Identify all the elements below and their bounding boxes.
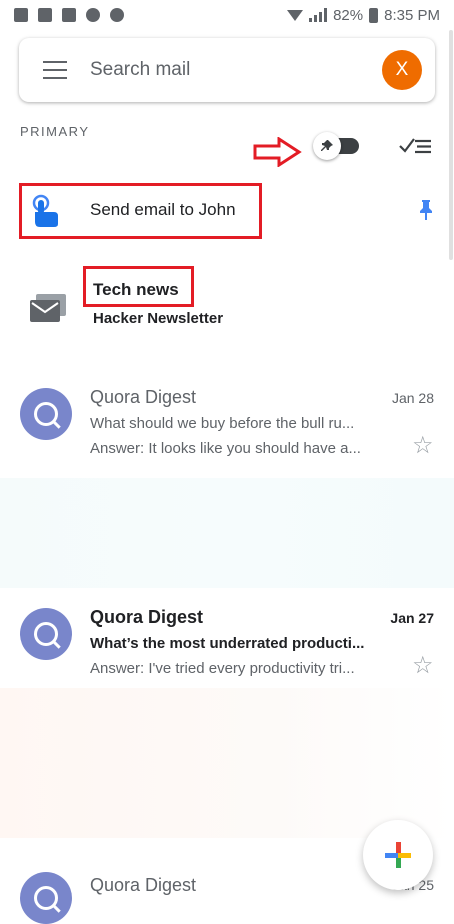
email-sender: Quora Digest: [90, 875, 197, 895]
tap-hand-icon: [32, 194, 58, 227]
search-input[interactable]: Search mail: [90, 59, 382, 81]
list-separator-band: [0, 688, 454, 838]
notification-icons: [14, 8, 124, 22]
email-subject: What’s the most underrated producti...: [90, 635, 365, 652]
status-bar: 82% 8:35 PM: [0, 0, 454, 30]
chat-icon: [38, 8, 52, 22]
envelope-icon: [30, 294, 66, 322]
pin-icon: [313, 132, 341, 160]
email-sender: Quora Digest: [90, 387, 197, 407]
sender-avatar[interactable]: [20, 608, 72, 660]
email-date: Jan 27: [390, 610, 434, 626]
label-title[interactable]: Tech news: [93, 280, 179, 300]
star-icon[interactable]: ☆: [412, 651, 434, 680]
email-sender: Quora Digest: [90, 607, 204, 627]
search-bar[interactable]: Search mail X: [19, 38, 435, 102]
account-avatar[interactable]: X: [382, 50, 422, 90]
list-separator-band: [0, 478, 454, 588]
pin-toggle[interactable]: [313, 132, 363, 160]
sender-avatar[interactable]: [20, 388, 72, 440]
scrollbar[interactable]: [449, 30, 453, 260]
calendar-icon: [62, 8, 76, 22]
pin-icon[interactable]: [419, 200, 433, 220]
compose-plus-icon-bar: [385, 853, 411, 858]
wifi-icon: [287, 9, 304, 21]
news-icon: [14, 8, 28, 22]
battery-percent: 82%: [333, 6, 364, 24]
signal-icon: [309, 8, 328, 22]
section-label: PRIMARY: [20, 124, 90, 139]
clock: 8:35 PM: [384, 6, 440, 24]
star-icon[interactable]: ☆: [412, 431, 434, 460]
email-preview: Answer: I've tried every productivity tr…: [90, 660, 355, 677]
sender-avatar[interactable]: [20, 872, 72, 924]
compose-button[interactable]: [363, 820, 433, 890]
system-indicators: 82% 8:35 PM: [287, 7, 440, 24]
checklist-icon[interactable]: [399, 136, 433, 156]
android-icon: [86, 8, 100, 22]
annotation-arrow-icon: [253, 137, 302, 167]
menu-icon[interactable]: [43, 61, 67, 79]
email-date: Jan 28: [391, 390, 434, 406]
phone-icon: [110, 8, 124, 22]
label-subtitle: Hacker Newsletter: [93, 310, 224, 327]
email-preview: Answer: It looks like you should have a.…: [90, 440, 361, 457]
email-subject: What should we buy before the bull ru...: [90, 415, 355, 432]
battery-icon: [369, 7, 379, 23]
pinned-task-label[interactable]: Send email to John: [90, 200, 236, 220]
